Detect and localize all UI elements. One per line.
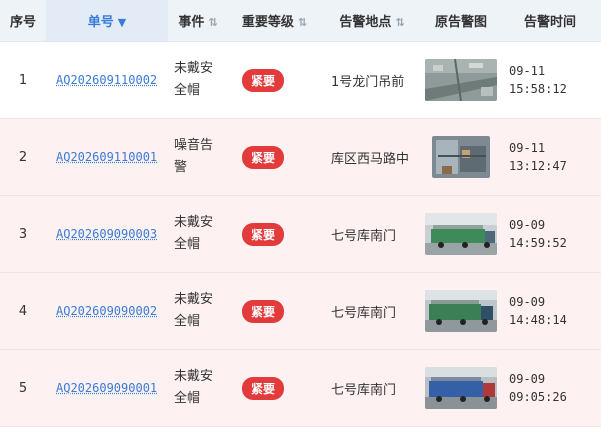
table-row[interactable]: 2 AQ202609110001 噪音告警 紧要 库区西马路中 09-11 13:…	[0, 118, 601, 196]
machinery-photo	[432, 136, 490, 178]
order-number-link[interactable]: AQ202609110002	[56, 73, 157, 87]
event-type: 未戴安全帽	[174, 215, 214, 252]
sort-arrows-icon[interactable]: ⇅	[298, 16, 307, 29]
table-row[interactable]: 1 AQ202609110002 未戴安全帽 紧要 1号龙门吊前 09-11 15…	[0, 41, 601, 119]
urgency-badge: 紧要	[242, 299, 285, 323]
column-header-image: 原告警图	[423, 0, 499, 42]
aerial-yard-photo	[425, 59, 497, 101]
table-header-row: 序号 单号 ▼ 事件 ⇅ 重要等级 ⇅ 告警地点 ⇅ 原告警图 告警时间	[0, 0, 601, 42]
order-number-link[interactable]: AQ202609090001	[56, 381, 157, 395]
column-header-time[interactable]: 告警时间	[499, 0, 601, 42]
alarm-date: 09-09	[509, 295, 546, 309]
row-index: 4	[0, 272, 46, 350]
event-type: 未戴安全帽	[174, 61, 214, 98]
row-index: 3	[0, 195, 46, 273]
urgency-badge: 紧要	[242, 145, 285, 169]
alarm-date: 09-09	[509, 218, 546, 232]
sort-arrows-icon[interactable]: ⇅	[208, 16, 217, 29]
alarm-clock: 13:12:47	[509, 159, 567, 173]
sort-arrows-icon[interactable]: ⇅	[395, 16, 404, 29]
column-header-number[interactable]: 单号 ▼	[46, 0, 168, 42]
alarm-location: 七号库南门	[321, 272, 423, 350]
event-type: 未戴安全帽	[174, 369, 214, 406]
alarm-clock: 14:48:14	[509, 313, 567, 327]
alarm-thumbnail[interactable]	[425, 367, 497, 409]
event-type: 噪音告警	[174, 138, 214, 175]
table-row[interactable]: 4 AQ202609090002 未戴安全帽 紧要 七号库南门 09-09 14:…	[0, 272, 601, 350]
truck-green-photo	[425, 290, 497, 332]
alarm-location: 1号龙门吊前	[321, 41, 423, 119]
row-index: 1	[0, 41, 46, 119]
order-number-link[interactable]: AQ202609090002	[56, 304, 157, 318]
alarm-thumbnail[interactable]	[425, 213, 497, 255]
column-header-event[interactable]: 事件 ⇅	[168, 0, 228, 42]
urgency-badge: 紧要	[242, 376, 285, 400]
column-header-location[interactable]: 告警地点 ⇅	[321, 0, 423, 42]
alarm-location: 库区西马路中	[321, 118, 423, 196]
caret-down-icon[interactable]: ▼	[118, 16, 126, 29]
event-type: 未戴安全帽	[174, 292, 214, 329]
row-index: 5	[0, 349, 46, 427]
alarm-table: 序号 单号 ▼ 事件 ⇅ 重要等级 ⇅ 告警地点 ⇅ 原告警图 告警时间 1 AQ202…	[0, 0, 601, 427]
alarm-clock: 14:59:52	[509, 236, 567, 250]
truck-green-photo	[425, 213, 497, 255]
truck-blue-photo	[425, 367, 497, 409]
alarm-clock: 09:05:26	[509, 390, 567, 404]
alarm-thumbnail[interactable]	[425, 290, 497, 332]
alarm-date: 09-11	[509, 141, 546, 155]
alarm-clock: 15:58:12	[509, 82, 567, 96]
alarm-date: 09-09	[509, 372, 546, 386]
alarm-date: 09-11	[509, 64, 546, 78]
alarm-location: 七号库南门	[321, 349, 423, 427]
row-index: 2	[0, 118, 46, 196]
alarm-location: 七号库南门	[321, 195, 423, 273]
table-row[interactable]: 3 AQ202609090003 未戴安全帽 紧要 七号库南门 09-09 14:…	[0, 195, 601, 273]
urgency-badge: 紧要	[242, 222, 285, 246]
table-row[interactable]: 5 AQ202609090001 未戴安全帽 紧要 七号库南门 09-09 09:…	[0, 349, 601, 427]
urgency-badge: 紧要	[242, 68, 285, 92]
alarm-thumbnail[interactable]	[425, 59, 497, 101]
alarm-thumbnail[interactable]	[432, 136, 490, 178]
order-number-link[interactable]: AQ202609090003	[56, 227, 157, 241]
column-header-index: 序号	[0, 0, 46, 42]
column-header-level[interactable]: 重要等级 ⇅	[228, 0, 321, 42]
order-number-link[interactable]: AQ202609110001	[56, 150, 157, 164]
